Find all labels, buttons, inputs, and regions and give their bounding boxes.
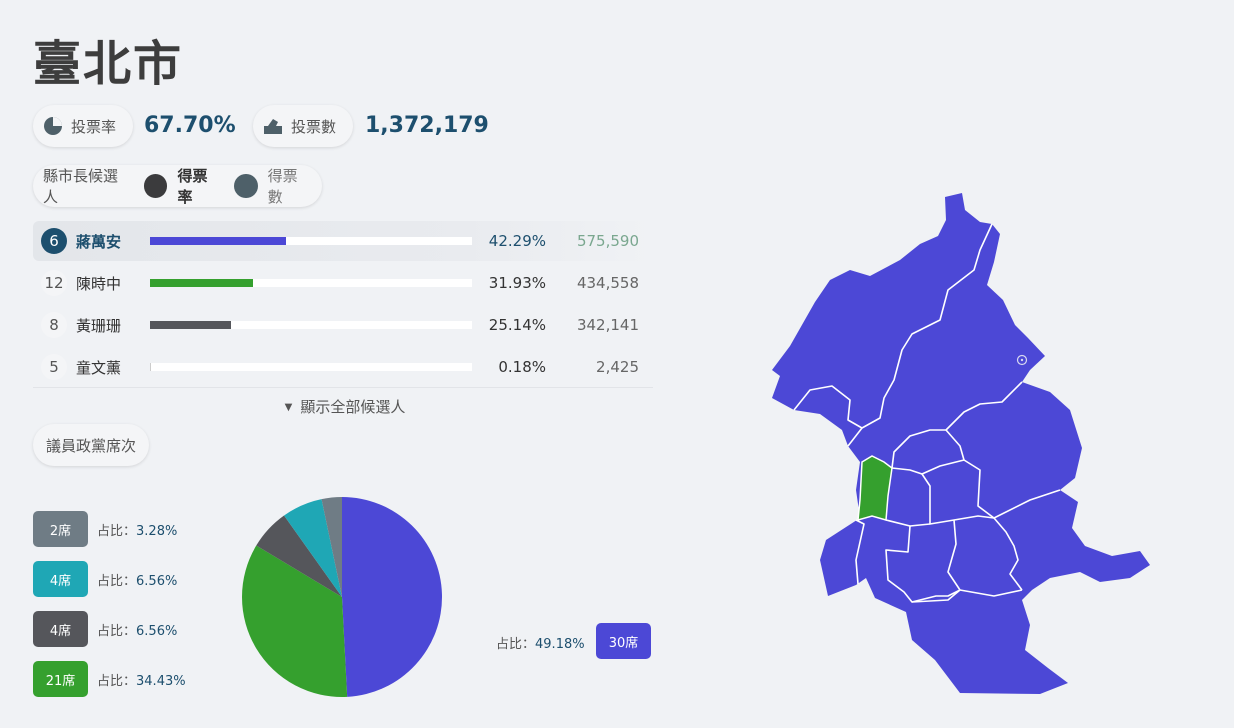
ratio-value: 49.18%: [535, 637, 585, 652]
candidate-votes: 2,425: [596, 358, 639, 376]
candidate-name: 蔣萬安: [76, 232, 122, 251]
candidate-number: 12: [41, 270, 67, 296]
vote-share-fill: [150, 321, 231, 329]
seat-chip-main: 30席: [596, 623, 651, 659]
seat-chip: 4席: [33, 611, 88, 647]
page-title: 臺北市: [33, 36, 184, 92]
mayor-legend-label: 縣市長候選人: [43, 167, 119, 206]
seat-ratio: 占比：6.56%: [97, 570, 177, 589]
ratio-prefix: 占比：: [97, 524, 137, 539]
pie-chart-icon: [44, 117, 62, 135]
mayor-legend: 縣市長候選人 得票率 得票數: [33, 165, 322, 207]
candidate-number: 6: [41, 228, 67, 254]
vote-share-fill: [150, 237, 287, 245]
council-label: 議員政黨席次: [45, 436, 136, 455]
seat-chip: 21席: [33, 661, 88, 697]
candidate-row[interactable]: 5 童文薰 0.18% 2,425: [33, 347, 653, 387]
seat-chip: 2席: [33, 511, 88, 547]
count-toggle[interactable]: 得票數: [268, 165, 312, 207]
rate-dot-icon[interactable]: [143, 174, 168, 198]
map-highlight-district[interactable]: [857, 455, 893, 522]
turnout-label: 投票率: [71, 117, 117, 136]
seat-ratio-main: 占比：49.18%: [496, 633, 585, 652]
divider: [33, 387, 653, 388]
ballot-box-icon: [264, 119, 282, 134]
city-hall-marker-dot: [1020, 358, 1024, 362]
candidate-row[interactable]: 6 蔣萬安 42.29% 575,590: [33, 221, 653, 261]
candidate-pct: 42.29%: [488, 232, 546, 250]
ratio-value: 34.43%: [136, 674, 186, 689]
council-seats-pie-chart: [242, 497, 442, 697]
ratio-value: 3.28%: [136, 524, 178, 539]
ratio-prefix: 占比：: [97, 624, 137, 639]
seat-ratio: 占比：34.43%: [97, 670, 186, 689]
ratio-value: 6.56%: [136, 574, 178, 589]
vote-share-bar: [150, 237, 472, 245]
candidate-pct: 31.93%: [488, 274, 546, 292]
map-main-area[interactable]: [772, 193, 1150, 694]
count-dot-icon[interactable]: [233, 174, 258, 198]
candidate-row[interactable]: 12 陳時中 31.93% 434,558: [33, 263, 653, 303]
council-seats-pill: 議員政黨席次: [33, 424, 149, 466]
turnout-value: 67.70%: [144, 113, 236, 138]
show-all-candidates-button[interactable]: ▼ 顯示全部候選人: [0, 396, 690, 417]
rate-toggle[interactable]: 得票率: [177, 165, 221, 207]
candidate-pct: 25.14%: [488, 316, 546, 334]
seat-chip: 4席: [33, 561, 88, 597]
caret-down-icon: ▼: [284, 402, 293, 413]
votes-value: 1,372,179: [365, 113, 489, 138]
turnout-pill: 投票率: [33, 105, 133, 147]
ratio-value: 6.56%: [136, 624, 178, 639]
candidate-number: 5: [41, 354, 67, 380]
votes-pill: 投票數: [253, 105, 353, 147]
ratio-prefix: 占比：: [97, 674, 137, 689]
candidate-votes: 342,141: [576, 316, 639, 334]
taipei-district-map[interactable]: [760, 185, 1160, 700]
vote-share-bar: [150, 279, 472, 287]
votes-label: 投票數: [291, 117, 337, 136]
candidate-name: 黃珊珊: [76, 316, 122, 335]
candidate-votes: 575,590: [576, 232, 639, 250]
vote-share-fill: [150, 279, 253, 287]
candidate-pct: 0.18%: [498, 358, 546, 376]
candidate-number: 8: [41, 312, 67, 338]
vote-share-fill: [150, 363, 151, 371]
vote-share-bar: [150, 363, 472, 371]
vote-share-bar: [150, 321, 472, 329]
seat-ratio: 占比：3.28%: [97, 520, 177, 539]
ratio-prefix: 占比：: [496, 637, 536, 652]
candidate-name: 童文薰: [76, 358, 122, 377]
show-all-label: 顯示全部候選人: [300, 398, 406, 416]
seat-ratio: 占比：6.56%: [97, 620, 177, 639]
candidate-row[interactable]: 8 黃珊珊 25.14% 342,141: [33, 305, 653, 345]
candidate-name: 陳時中: [76, 274, 122, 293]
pie-slice-0[interactable]: [342, 497, 442, 697]
ratio-prefix: 占比：: [97, 574, 137, 589]
candidate-votes: 434,558: [576, 274, 639, 292]
